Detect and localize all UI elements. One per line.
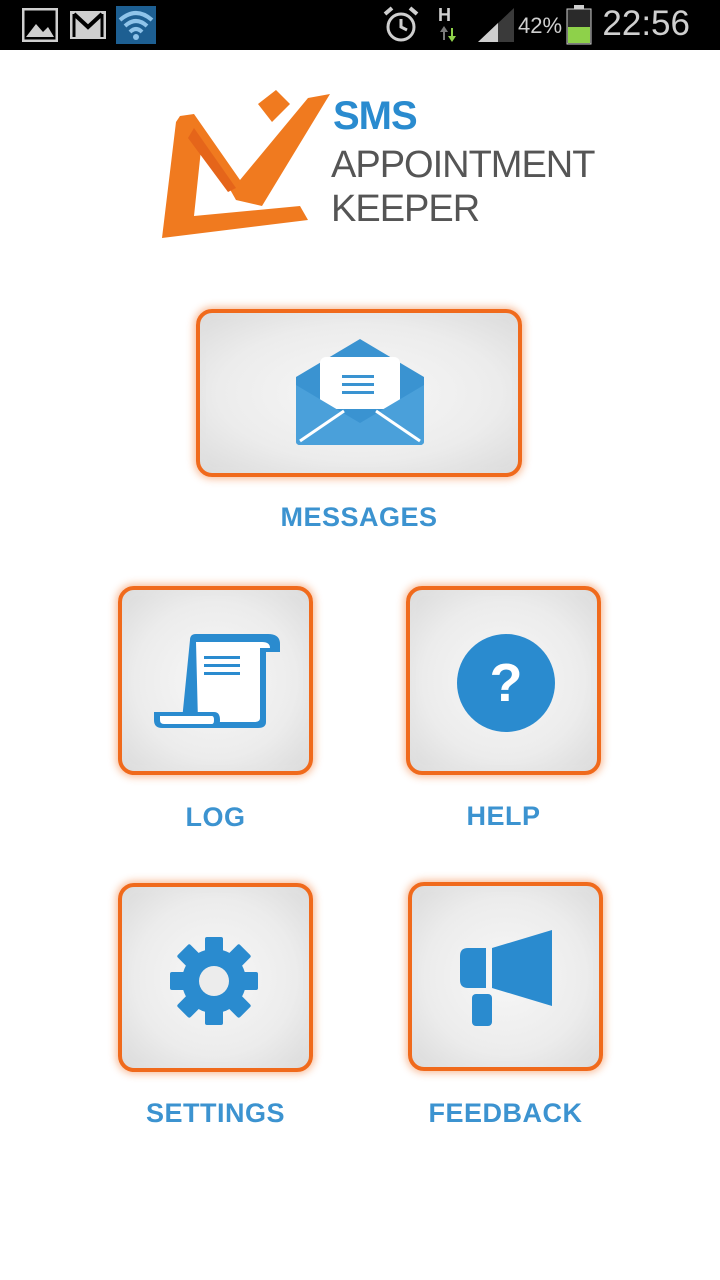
- app-logo: SMS APPOINTMENT KEEPER: [158, 88, 595, 246]
- messages-label[interactable]: MESSAGES: [196, 502, 522, 533]
- question-mark-icon: ?: [457, 634, 555, 732]
- svg-text:?: ?: [490, 653, 523, 713]
- signal-icon: [478, 8, 514, 42]
- gear-icon: [170, 937, 258, 1025]
- clock-time: 22:56: [602, 4, 690, 43]
- gmail-icon: [70, 11, 106, 39]
- scroll-icon: [154, 634, 280, 728]
- status-bar: H 42% 22:56: [0, 0, 720, 50]
- logo-title-sms: SMS: [333, 94, 418, 138]
- help-button[interactable]: ?: [406, 586, 601, 775]
- feedback-button[interactable]: [408, 882, 603, 1071]
- settings-button[interactable]: [118, 883, 313, 1072]
- logo-title-appointment: APPOINTMENT: [331, 144, 595, 186]
- help-label[interactable]: HELP: [406, 801, 601, 832]
- wifi-icon: [116, 6, 156, 44]
- alarm-icon: [383, 6, 419, 42]
- megaphone-icon: [460, 930, 552, 1026]
- messages-button[interactable]: [196, 309, 522, 477]
- log-button[interactable]: [118, 586, 313, 775]
- envelope-open-icon: [296, 339, 424, 445]
- battery-percent: 42%: [518, 13, 563, 38]
- logo-title-keeper: KEEPER: [331, 188, 480, 230]
- gallery-icon: [22, 8, 58, 42]
- battery-icon: [566, 5, 592, 45]
- network-type-label: H: [438, 5, 451, 25]
- data-arrows-icon: [440, 26, 456, 42]
- log-label[interactable]: LOG: [118, 802, 313, 833]
- feedback-label[interactable]: FEEDBACK: [408, 1098, 603, 1129]
- envelope-logo-icon: [162, 90, 330, 238]
- settings-label[interactable]: SETTINGS: [118, 1098, 313, 1129]
